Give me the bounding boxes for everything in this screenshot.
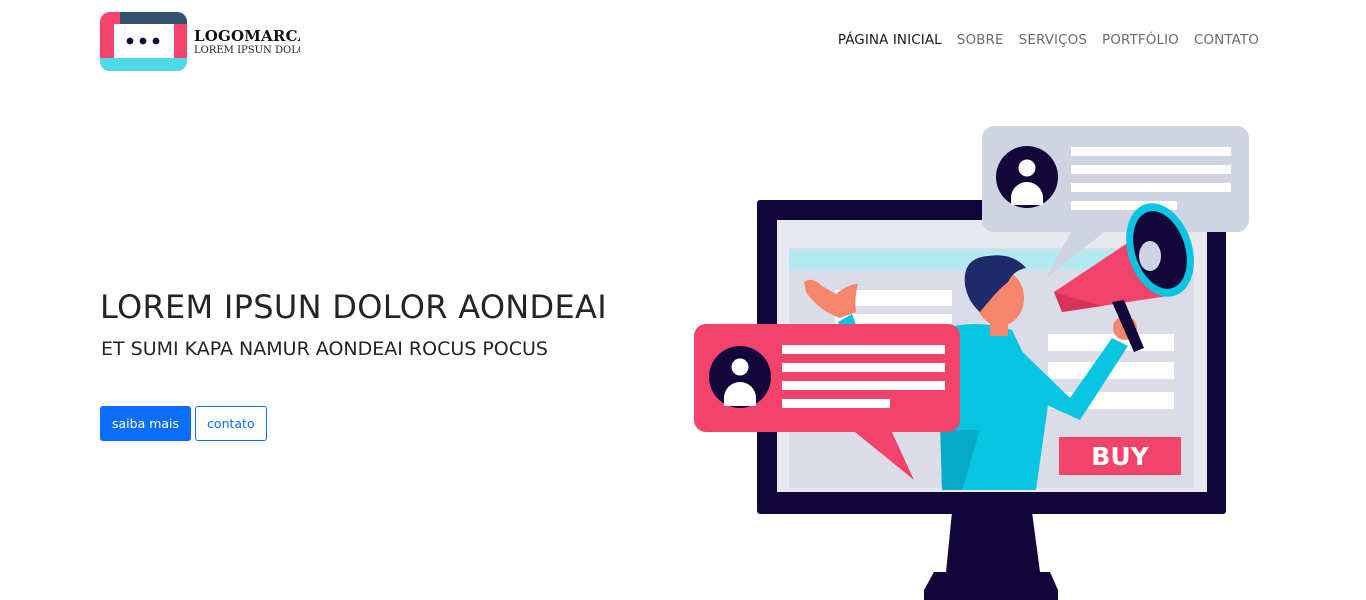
landing-page: LOGOMARCA LOREM IPSUN DOLOR PÁGINA INICI… bbox=[0, 0, 1366, 600]
contact-button[interactable]: contato bbox=[195, 406, 267, 441]
hero-buttons: saiba mais contato bbox=[100, 406, 267, 441]
learn-more-button[interactable]: saiba mais bbox=[100, 406, 192, 441]
logo-subtitle: LOREM IPSUN DOLOR bbox=[194, 44, 300, 56]
buy-label: BUY bbox=[1091, 442, 1149, 471]
main-nav: PÁGINA INICIAL SOBRE SERVIÇOS PORTFÓLIO … bbox=[838, 32, 1259, 48]
marketing-illustration: BUY bbox=[694, 126, 1249, 600]
nav-item-contact[interactable]: CONTATO bbox=[1194, 32, 1259, 48]
logo-title: LOGOMARCA bbox=[194, 26, 300, 45]
nav-item-services[interactable]: SERVIÇOS bbox=[1019, 32, 1087, 48]
logo-text: LOGOMARCA LOREM IPSUN DOLOR bbox=[194, 27, 300, 57]
monitor-stand bbox=[924, 512, 1058, 600]
hero-subtitle: ET SUMI KAPA NAMUR AONDEAI ROCUS POCUS bbox=[101, 338, 548, 360]
chat-bubble-logo-icon bbox=[100, 12, 187, 71]
hero-title: LOREM IPSUN DOLOR AONDEAI bbox=[100, 288, 607, 326]
nav-item-about[interactable]: SOBRE bbox=[957, 32, 1004, 48]
nav-item-home[interactable]: PÁGINA INICIAL bbox=[838, 32, 942, 48]
logo[interactable]: LOGOMARCA LOREM IPSUN DOLOR bbox=[100, 12, 300, 71]
nav-item-portfolio[interactable]: PORTFÓLIO bbox=[1102, 32, 1179, 48]
